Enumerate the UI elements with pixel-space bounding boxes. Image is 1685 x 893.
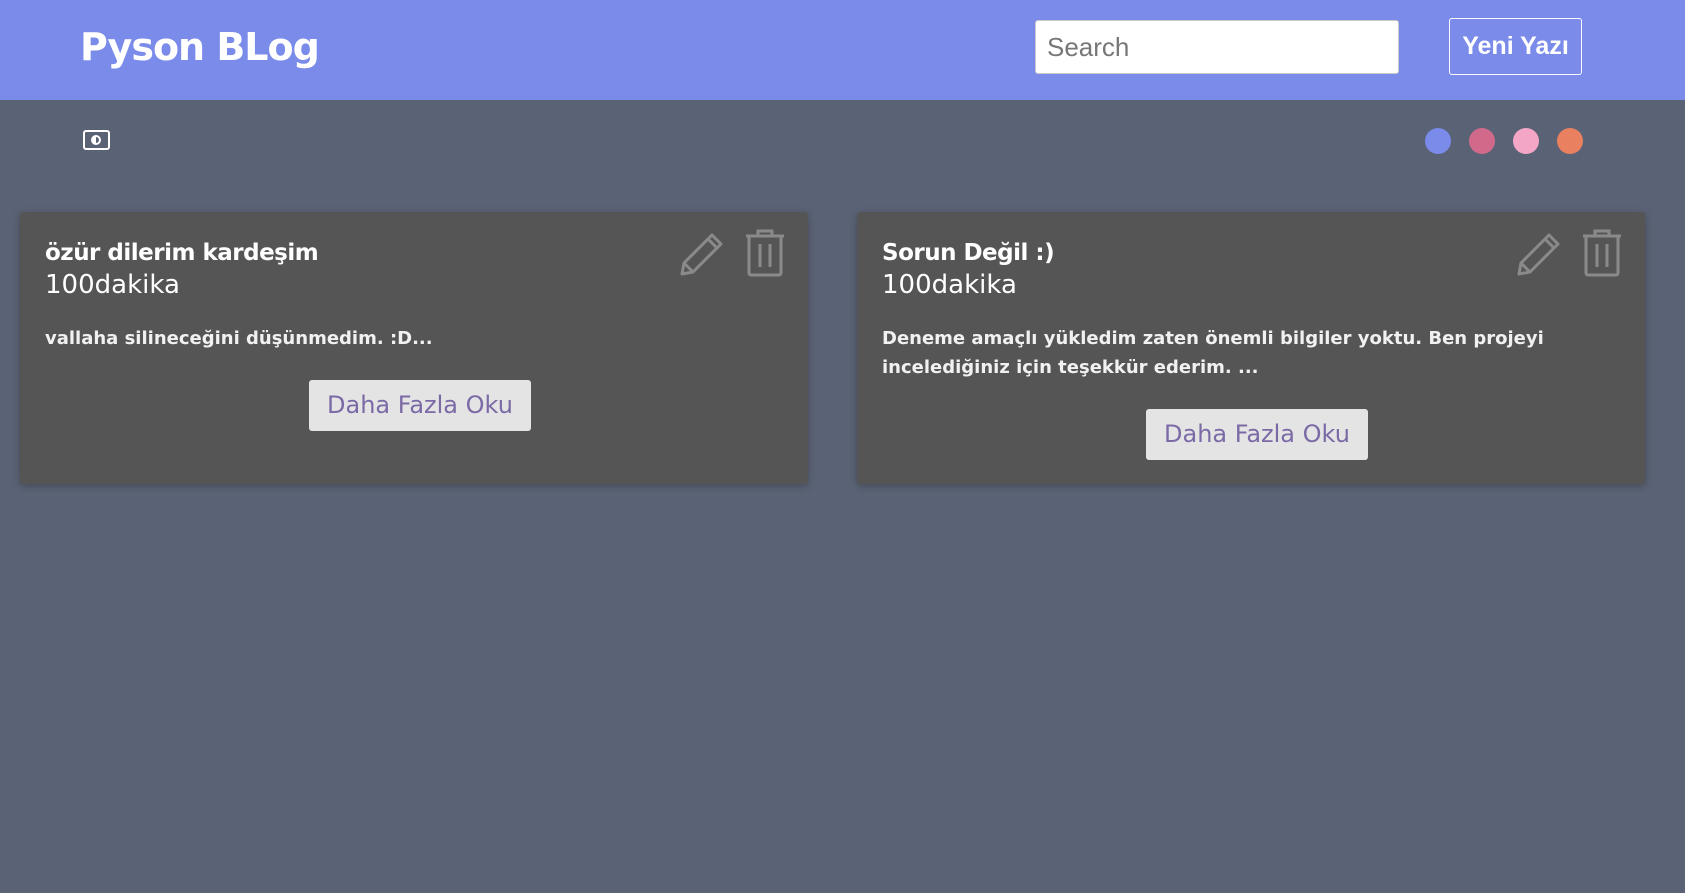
contrast-icon[interactable] xyxy=(83,130,110,150)
post-title: Sorun Değil :) xyxy=(882,240,1055,266)
contrast-icon-half xyxy=(91,135,101,145)
pencil-icon[interactable] xyxy=(1511,228,1561,278)
post-card: özür dilerim kardeşim 100dakika vallaha … xyxy=(20,212,808,484)
theme-color-rose[interactable] xyxy=(1469,128,1495,154)
post-card: Sorun Değil :) 100dakika Deneme amaçlı y… xyxy=(857,212,1645,484)
theme-color-pink[interactable] xyxy=(1513,128,1539,154)
post-read-time: 100dakika xyxy=(882,270,1017,300)
search-input[interactable] xyxy=(1035,20,1399,74)
pencil-icon[interactable] xyxy=(674,228,724,278)
theme-color-orange[interactable] xyxy=(1557,128,1583,154)
post-excerpt: Deneme amaçlı yükledim zaten önemli bilg… xyxy=(882,328,1544,378)
read-more-button[interactable]: Daha Fazla Oku xyxy=(1146,409,1368,460)
read-more-button[interactable]: Daha Fazla Oku xyxy=(309,380,531,431)
post-read-time: 100dakika xyxy=(45,270,180,300)
theme-color-blue[interactable] xyxy=(1425,128,1451,154)
post-excerpt: vallaha silineceğini düşünmedim. :D... xyxy=(45,328,433,349)
trash-icon[interactable] xyxy=(743,228,787,278)
new-post-button[interactable]: Yeni Yazı xyxy=(1449,18,1582,75)
post-title: özür dilerim kardeşim xyxy=(45,240,319,266)
trash-icon[interactable] xyxy=(1580,228,1624,278)
brand-logo[interactable]: Pyson BLog xyxy=(80,20,320,74)
navbar: Pyson BLog Yeni Yazı xyxy=(0,0,1685,100)
